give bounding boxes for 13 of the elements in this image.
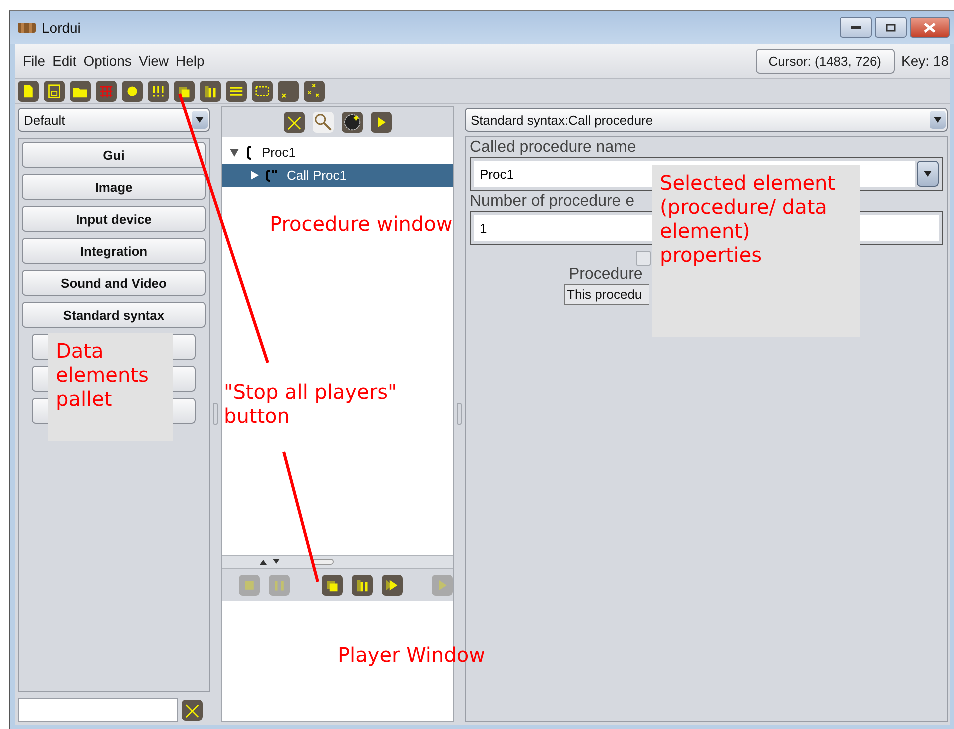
field-label: Procedure	[569, 266, 643, 284]
annotation-text: Player Window	[338, 643, 486, 667]
window-title: Lordui	[42, 20, 81, 36]
tree-label: Call Proc1	[287, 168, 347, 183]
annotation-tooltip: Data elements pallet	[48, 333, 173, 441]
annotation-text: "Stop all players" button	[224, 380, 398, 428]
key-label: Key: 18	[902, 53, 949, 69]
annotation-tooltip: Selected element (procedure/ data element) properties	[652, 165, 860, 337]
field-label: Called procedure name	[470, 139, 636, 157]
arguments-message: This procedu	[564, 284, 649, 305]
tree-label: Proc1	[262, 145, 296, 160]
annotation-text: Procedure window	[270, 212, 453, 236]
field-label: Number of procedure e	[470, 193, 635, 211]
